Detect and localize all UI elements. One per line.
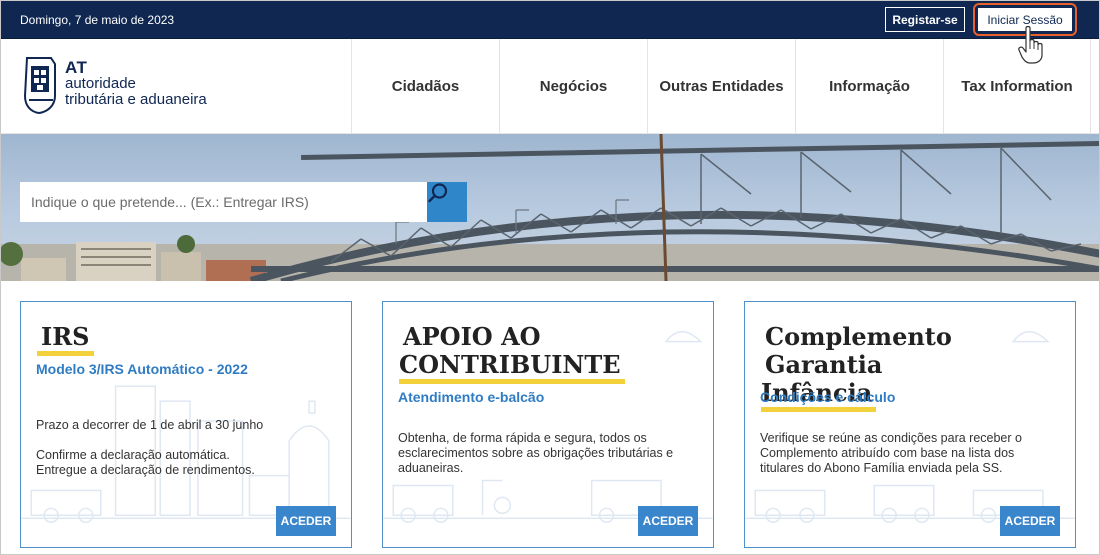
card-text-description: Verifique se reúne as condições para rec… <box>760 431 1022 475</box>
nav-item-cidadaos[interactable]: Cidadãos <box>351 39 499 134</box>
aceder-button[interactable]: ACEDER <box>1000 506 1060 536</box>
card-subtitle-link[interactable]: Condições e cálculo <box>760 389 895 405</box>
site-header: AT autoridade tributária e aduaneira Cid… <box>1 39 1099 134</box>
card-subtitle-link[interactable]: Modelo 3/IRS Automático - 2022 <box>36 361 248 377</box>
register-button[interactable]: Registar-se <box>885 7 965 32</box>
browser-page: Domingo, 7 de maio de 2023 Registar-se I… <box>0 0 1100 555</box>
logo-wordmark: AT autoridade tributária e aduaneira <box>65 58 207 108</box>
aceder-button[interactable]: ACEDER <box>276 506 336 536</box>
card-title: APOIO AO CONTRIBUINTE <box>399 322 625 384</box>
search-icon <box>428 183 448 203</box>
search-button[interactable] <box>427 182 467 222</box>
card-title: IRS <box>37 322 94 356</box>
card-irs: IRS Modelo 3/IRS Automático - 2022 Prazo… <box>20 301 352 548</box>
logo-at: AT <box>65 58 88 77</box>
nav-item-outras-entidades[interactable]: Outras Entidades <box>647 39 795 134</box>
at-logo[interactable]: AT autoridade tributária e aduaneira <box>23 56 233 116</box>
logo-line-autoridade: autoridade <box>65 75 136 92</box>
logo-line-tributaria: tributária e aduaneira <box>65 91 207 108</box>
coat-of-arms-icon <box>23 57 56 114</box>
card-apoio-contribuinte: APOIO AO CONTRIBUINTE Atendimento e-balc… <box>382 301 714 548</box>
hero-banner <box>1 134 1099 281</box>
card-title-highlight: IRS <box>37 322 94 356</box>
card-text-deadline: Prazo a decorrer de 1 de abril a 30 junh… <box>36 418 264 432</box>
hand-pointer-icon <box>1018 25 1043 64</box>
aceder-button[interactable]: ACEDER <box>638 506 698 536</box>
card-text-description: Confirme a declaração automática. Entreg… <box>36 448 255 477</box>
card-text-description: Obtenha, de forma rápida e segura, todos… <box>398 431 674 475</box>
card-title-line1: APOIO AO <box>403 322 541 351</box>
current-date: Domingo, 7 de maio de 2023 <box>20 13 175 27</box>
card-subtitle-link[interactable]: Atendimento e-balcão <box>398 389 544 405</box>
card-complemento-garantia: Complemento Garantia Infância Condições … <box>744 301 1076 548</box>
search-input[interactable] <box>20 182 427 222</box>
nav-item-informacao[interactable]: Informação <box>795 39 943 134</box>
main-nav: Cidadãos Negócios Outras Entidades Infor… <box>351 39 1091 134</box>
card-title-line1: Complemento Garantia <box>765 322 952 379</box>
card-title-highlight: CONTRIBUINTE <box>399 350 625 384</box>
nav-item-negocios[interactable]: Negócios <box>499 39 647 134</box>
top-bar: Domingo, 7 de maio de 2023 Registar-se I… <box>1 1 1099 39</box>
